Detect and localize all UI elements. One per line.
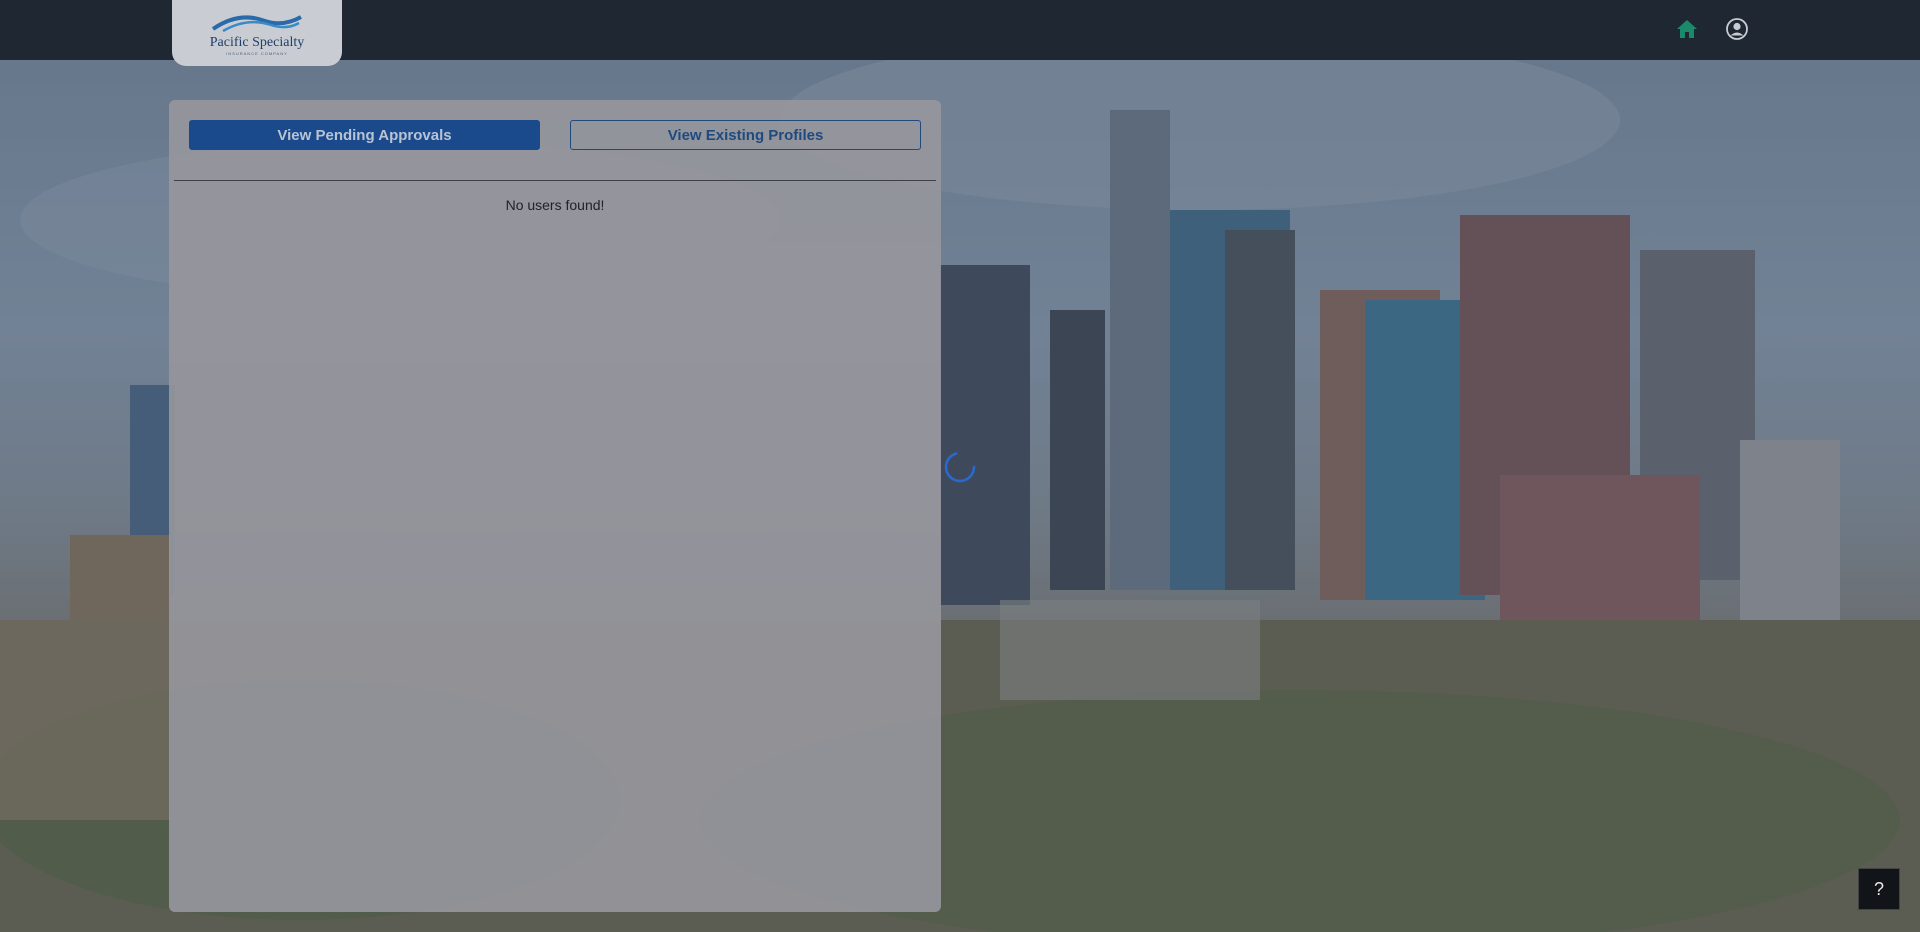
home-icon[interactable] (1675, 17, 1699, 41)
company-logo[interactable]: Pacific Specialty INSURANCE COMPANY (172, 0, 342, 66)
view-pending-approvals-button[interactable]: View Pending Approvals (189, 120, 540, 150)
top-navbar: Pacific Specialty INSURANCE COMPANY (0, 0, 1920, 66)
logo-wave-icon (211, 14, 302, 32)
logo-name: Pacific Specialty (209, 34, 305, 50)
logo-subtext: INSURANCE COMPANY (226, 50, 288, 56)
user-account-icon[interactable] (1725, 17, 1749, 41)
divider (174, 180, 936, 181)
help-button[interactable]: ? (1858, 868, 1900, 910)
loading-spinner-icon (943, 450, 977, 484)
view-existing-profiles-button[interactable]: View Existing Profiles (570, 120, 921, 150)
user-profiles-panel: View Pending Approvals View Existing Pro… (169, 100, 941, 912)
empty-state-message: No users found! (505, 197, 605, 213)
